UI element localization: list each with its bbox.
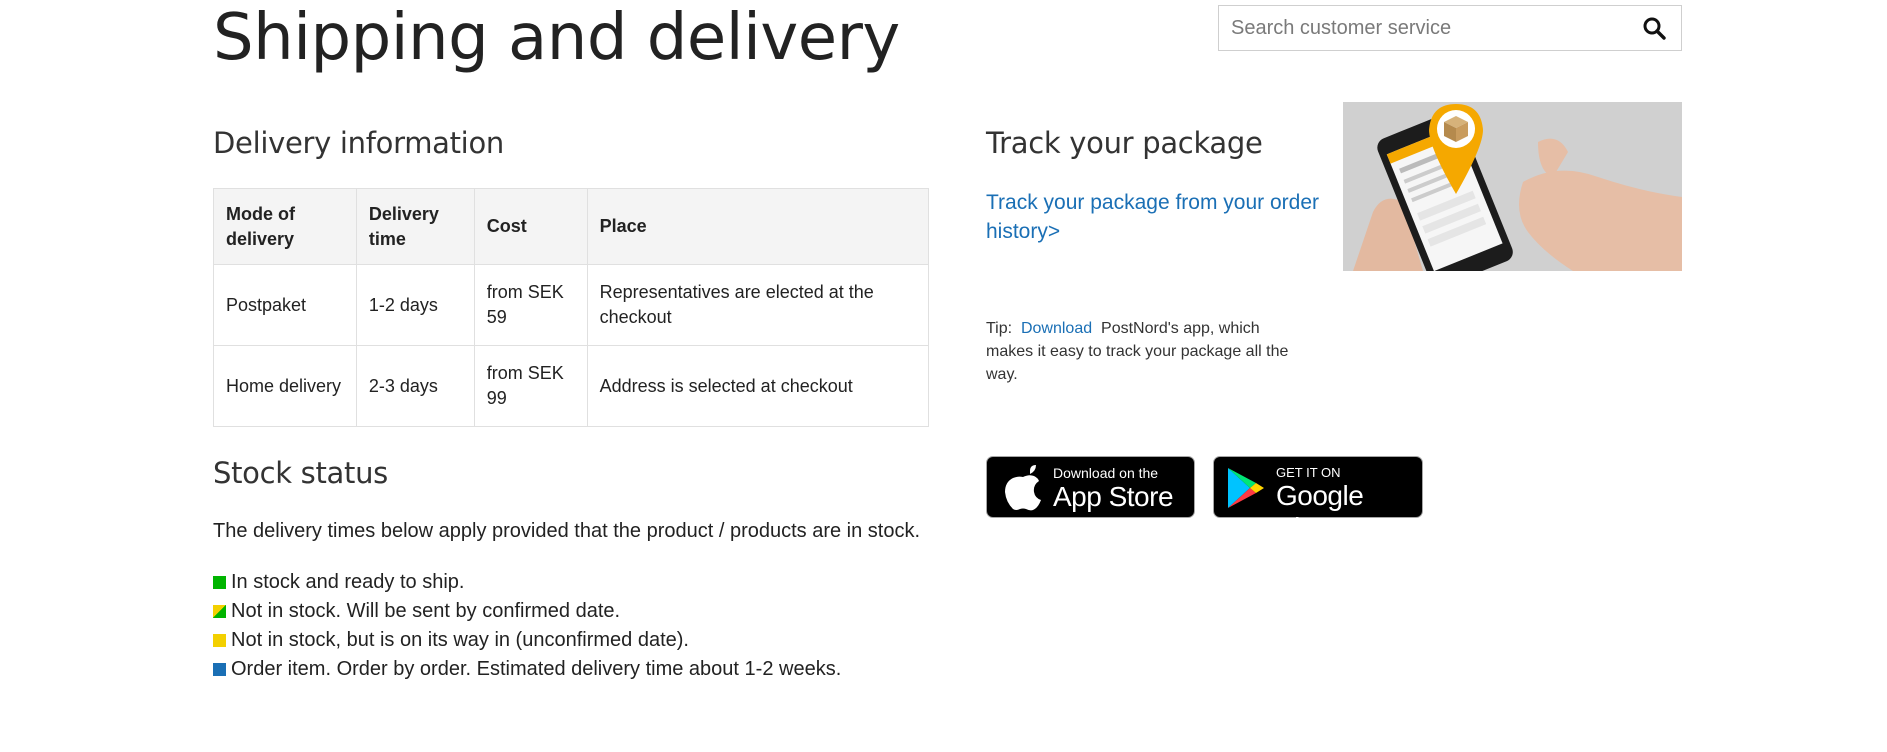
legend-item: Not in stock, but is on its way in (unco… bbox=[213, 626, 841, 655]
table-cell: 1-2 days bbox=[355, 264, 475, 346]
stock-intro: The delivery times below apply provided … bbox=[213, 520, 921, 542]
search-button[interactable] bbox=[1627, 6, 1681, 50]
table-row: Home delivery 2-3 days from SEK 99 Addre… bbox=[213, 345, 930, 427]
tip-prefix: Tip: bbox=[986, 320, 1013, 337]
column-header: Delivery time bbox=[355, 188, 475, 265]
download-app-link[interactable]: Download bbox=[1021, 320, 1092, 337]
legend-label: Not in stock. Will be sent by confirmed … bbox=[231, 600, 621, 622]
table-cell: Representatives are elected at the check… bbox=[586, 264, 930, 346]
order-item-swatch bbox=[213, 663, 226, 676]
column-header: Place bbox=[586, 188, 930, 265]
column-header: Cost bbox=[473, 188, 588, 265]
app-store-small-label: Download on the bbox=[1053, 465, 1159, 481]
legend-item: Not in stock. Will be sent by confirmed … bbox=[213, 597, 841, 626]
delivery-heading: Delivery information bbox=[213, 126, 504, 160]
table-cell: from SEK 59 bbox=[473, 264, 588, 346]
google-play-small-label: GET IT ON bbox=[1276, 465, 1341, 480]
legend-item: Order item. Order by order. Estimated de… bbox=[213, 655, 841, 684]
search-input[interactable] bbox=[1219, 6, 1627, 50]
table-header-row: Mode of delivery Delivery time Cost Plac… bbox=[213, 188, 930, 265]
google-play-big-label: Google Play bbox=[1276, 480, 1364, 543]
tracking-phone-image bbox=[1343, 102, 1682, 271]
in-stock-swatch bbox=[213, 576, 226, 589]
legend-label: Not in stock, but is on its way in (unco… bbox=[231, 629, 689, 651]
google-play-icon bbox=[1228, 468, 1264, 508]
stock-legend: In stock and ready to ship. Not in stock… bbox=[213, 568, 841, 684]
legend-label: In stock and ready to ship. bbox=[231, 571, 465, 593]
table-cell: Postpaket bbox=[213, 264, 357, 346]
page: Shipping and delivery Delivery informati… bbox=[0, 0, 1887, 752]
confirmed-date-swatch bbox=[213, 605, 226, 618]
table-cell: Home delivery bbox=[213, 345, 357, 427]
track-heading: Track your package bbox=[986, 126, 1263, 160]
legend-label: Order item. Order by order. Estimated de… bbox=[231, 658, 842, 680]
app-store-big-label: App Store bbox=[1053, 481, 1174, 512]
table-row: Postpaket 1-2 days from SEK 59 Represent… bbox=[213, 264, 930, 346]
search-icon bbox=[1643, 17, 1666, 40]
app-store-button[interactable]: Download on the App Store bbox=[986, 456, 1195, 518]
table-cell: Address is selected at checkout bbox=[586, 345, 930, 427]
table-cell: from SEK 99 bbox=[473, 345, 588, 427]
table-cell: 2-3 days bbox=[355, 345, 475, 427]
unconfirmed-date-swatch bbox=[213, 634, 226, 647]
page-title: Shipping and delivery bbox=[213, 1, 900, 75]
track-order-history-link[interactable]: Track your package from your order histo… bbox=[986, 188, 1326, 246]
legend-item: In stock and ready to ship. bbox=[213, 568, 841, 597]
google-play-button[interactable]: GET IT ON Google Play bbox=[1213, 456, 1423, 543]
tip-text: Tip: Download PostNord's app, which make… bbox=[986, 317, 1306, 386]
delivery-table: Mode of delivery Delivery time Cost Plac… bbox=[213, 188, 930, 427]
search-box bbox=[1218, 5, 1682, 51]
column-header: Mode of delivery bbox=[213, 188, 357, 265]
stock-heading: Stock status bbox=[213, 456, 388, 490]
apple-icon bbox=[1005, 465, 1041, 511]
